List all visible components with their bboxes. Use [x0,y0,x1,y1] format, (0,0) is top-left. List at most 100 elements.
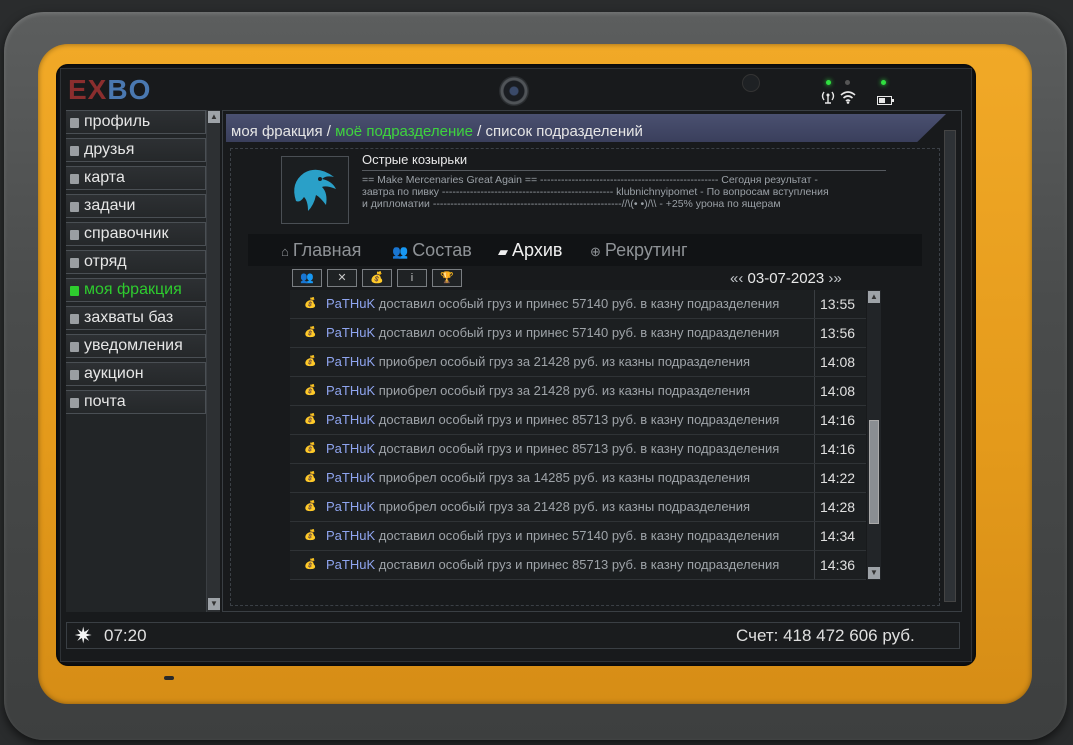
scroll-up-icon[interactable]: ▲ [208,111,220,123]
money-bag-icon: 💰 [304,414,317,425]
filter-battles-button[interactable]: ✕ [327,269,357,287]
log-row: 💰 PaTHuK приобрел особый груз за 21428 ру… [290,377,866,406]
money-bag-icon: 💰 [304,327,317,338]
eagle-icon [294,169,336,211]
sidebar-item-mail[interactable]: почта [66,390,206,414]
trophy-icon: 🏆 [440,272,454,284]
log-scrollbar[interactable]: ▲ ▼ [867,290,881,580]
archive-log: 💰 PaTHuK доставил особый груз и принес 57… [290,290,866,582]
log-row: 💰 PaTHuK доставил особый груз и принес 85… [290,435,866,464]
main-scrollbar[interactable] [944,130,956,602]
bullet-icon [70,314,79,324]
log-time: 14:36 [814,551,866,579]
sidebar-item-my-faction[interactable]: моя фракция [66,278,206,302]
bullet-icon [70,286,79,296]
player-link[interactable]: PaTHuK [326,412,375,427]
player-link[interactable]: PaTHuK [326,325,375,340]
player-link[interactable]: PaTHuK [326,441,375,456]
log-row: 💰 PaTHuK доставил особый груз и принес 57… [290,319,866,348]
bullet-icon [70,258,79,268]
money-bag-icon: 💰 [304,385,317,396]
filter-money-button[interactable]: 💰 [362,269,392,287]
log-row: 💰 PaTHuK доставил особый груз и принес 85… [290,406,866,435]
light-sensor [742,74,760,92]
signal-led [826,80,831,85]
breadcrumb: моя фракция / моё подразделение / список… [226,114,946,142]
current-date: 03-07-2023 [747,270,825,287]
log-time: 13:55 [814,290,866,318]
home-icon: ⌂ [281,244,289,259]
tab-recruiting[interactable]: ⊕ Рекрутинг [590,240,688,261]
faction-emblem [281,156,349,224]
player-link[interactable]: PaTHuK [326,528,375,543]
breadcrumb-my-division[interactable]: моё подразделение [335,123,473,140]
player-link[interactable]: PaTHuK [326,296,375,311]
log-time: 14:08 [814,377,866,405]
filter-members-button[interactable]: 👥 [292,269,322,287]
sidebar-item-notifications[interactable]: уведомления [66,334,206,358]
money-bag-icon: 💰 [304,472,317,483]
sidebar-item-auction[interactable]: аукцион [66,362,206,386]
sidebar-item-squad[interactable]: отряд [66,250,206,274]
log-row: 💰 PaTHuK доставил особый груз и принес 57… [290,290,866,319]
sidebar-item-tasks[interactable]: задачи [66,194,206,218]
log-row: 💰 PaTHuK приобрел особый груз за 21428 ру… [290,348,866,377]
log-time: 14:22 [814,464,866,492]
members-filter-icon: 👥 [300,272,314,284]
scroll-down-icon[interactable]: ▼ [868,567,880,579]
bullet-icon [70,174,79,184]
log-time: 14:16 [814,435,866,463]
breadcrumb-my-faction[interactable]: моя фракция [231,123,323,140]
tab-main[interactable]: ⌂ Главная [281,240,361,261]
folder-icon: ▰ [498,244,508,259]
bullet-icon [70,146,79,156]
bullet-icon [70,342,79,352]
bullet-icon [70,230,79,240]
sun-icon: ✷ [74,623,93,648]
game-time: 07:20 [104,626,147,645]
faction-description: == Make Mercenaries Great Again == -----… [362,174,829,210]
account-balance: Счет: 418 472 606 руб. [736,626,915,645]
bullet-icon [70,398,79,408]
money-bag-icon: 💰 [304,501,317,512]
player-link[interactable]: PaTHuK [326,354,375,369]
sidebar-item-profile[interactable]: профиль [66,110,206,134]
scroll-up-icon[interactable]: ▲ [868,291,880,303]
exbo-logo: EXBO [68,74,152,105]
battery-icon [877,93,895,109]
crossed-swords-icon: ✕ [337,272,347,284]
info-icon: i [410,272,414,284]
date-navigator: «‹ 03-07-2023 ›» [730,270,842,287]
next-date-button[interactable]: ›» [828,270,841,287]
money-bag-icon: 💰 [304,559,317,570]
prev-date-button[interactable]: «‹ [730,270,743,287]
log-row: 💰 PaTHuK приобрел особый груз за 14285 ру… [290,464,866,493]
sidebar-item-handbook[interactable]: справочник [66,222,206,246]
sidebar-item-friends[interactable]: друзья [66,138,206,162]
filter-trophy-button[interactable]: 🏆 [432,269,462,287]
filter-info-button[interactable]: i [397,269,427,287]
camera-icon [499,76,529,106]
scroll-down-icon[interactable]: ▼ [208,598,220,610]
log-time: 13:56 [814,319,866,347]
breadcrumb-division-list[interactable]: список подразделений [485,123,642,140]
bullet-icon [70,202,79,212]
money-bag-icon: 💰 [304,443,317,454]
tab-members[interactable]: 👥 Состав [392,240,472,261]
wifi-icon [840,90,856,107]
tab-archive[interactable]: ▰ Архив [498,240,562,261]
scroll-thumb[interactable] [869,420,879,524]
player-link[interactable]: PaTHuK [326,557,375,572]
player-link[interactable]: PaTHuK [326,383,375,398]
battery-led [881,80,886,85]
money-bag-icon: 💰 [304,356,317,367]
player-link[interactable]: PaTHuK [326,499,375,514]
wifi-led [845,80,850,85]
sidebar-scrollbar[interactable]: ▲ ▼ [206,110,220,612]
log-row: 💰 PaTHuK доставил особый груз и принес 57… [290,522,866,551]
money-bag-icon: 💰 [304,298,317,309]
sidebar-item-base-captures[interactable]: захваты баз [66,306,206,330]
player-link[interactable]: PaTHuK [326,470,375,485]
sidebar-item-map[interactable]: карта [66,166,206,190]
money-bag-icon: 💰 [370,272,384,284]
